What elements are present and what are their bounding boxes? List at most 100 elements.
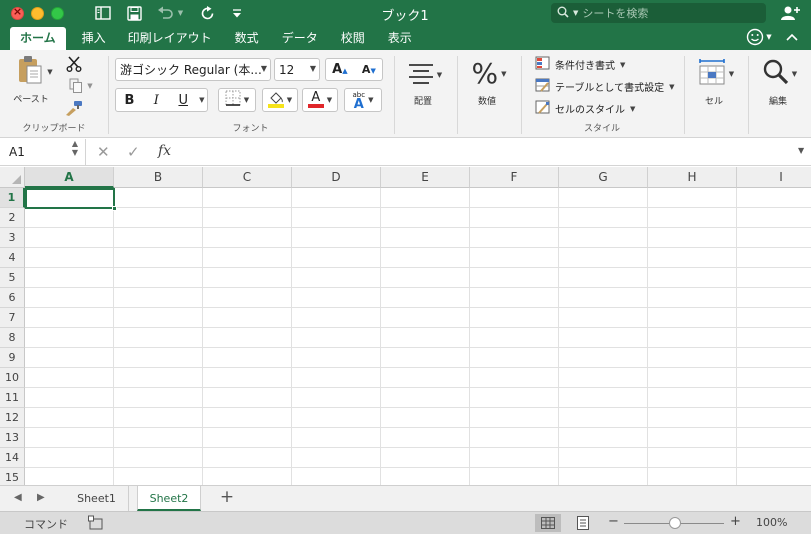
sidebar-toggle-icon[interactable] <box>93 3 113 23</box>
phonetic-guide-button[interactable]: abc A ▼ <box>344 88 382 112</box>
borders-button[interactable]: ▼ <box>218 88 256 112</box>
zoom-level[interactable]: 100% <box>756 516 787 529</box>
feedback-smiley-icon[interactable]: ▼ <box>746 27 772 47</box>
customize-toolbar-icon[interactable] <box>228 3 246 23</box>
cells-button[interactable]: ▼ <box>693 56 739 92</box>
close-window-button[interactable] <box>11 5 24 20</box>
row-header[interactable]: 8 <box>0 328 25 348</box>
next-sheet-icon[interactable]: ▶ <box>37 492 45 503</box>
sheet-tab-sheet2[interactable]: Sheet2 <box>137 486 201 511</box>
row-header[interactable]: 12 <box>0 408 25 428</box>
paste-menu-caret[interactable]: ▼ <box>47 68 52 76</box>
tab-page-layout[interactable]: 印刷レイアウト <box>118 27 222 50</box>
number-format-button[interactable]: % ▼ <box>466 56 512 92</box>
collapse-ribbon-icon[interactable] <box>782 27 802 47</box>
tab-review[interactable]: 校閲 <box>331 27 375 50</box>
font-color-swatch <box>307 104 324 108</box>
column-header[interactable]: A <box>25 167 114 188</box>
row-header[interactable]: 4 <box>0 248 25 268</box>
tab-home[interactable]: ホーム <box>10 27 66 50</box>
zoom-out-icon[interactable]: − <box>608 514 619 529</box>
normal-view-icon[interactable] <box>535 514 561 532</box>
row-header[interactable]: 5 <box>0 268 25 288</box>
search-options-icon[interactable]: ▼ <box>573 9 578 17</box>
cancel-entry-icon[interactable]: ✕ <box>97 143 110 161</box>
sheet-search-box[interactable]: ▼ シートを検索 <box>551 3 766 23</box>
fill-handle[interactable] <box>112 206 117 211</box>
conditional-formatting-button[interactable]: 条件付き書式 ▼ <box>535 56 625 73</box>
tab-view[interactable]: 表示 <box>378 27 422 50</box>
column-header[interactable]: H <box>648 167 737 188</box>
row-header[interactable]: 15 <box>0 468 25 485</box>
increase-font-size-icon[interactable]: A▲ <box>332 62 347 77</box>
column-header[interactable]: E <box>381 167 470 188</box>
fill-color-button[interactable]: ▼ <box>262 88 298 112</box>
zoom-in-icon[interactable]: + <box>730 514 741 529</box>
expand-formula-bar-icon[interactable]: ▼ <box>798 146 804 155</box>
italic-button[interactable]: I <box>145 93 167 108</box>
cell-styles-button[interactable]: セルのスタイル ▼ <box>535 100 635 117</box>
redo-icon[interactable] <box>197 3 217 23</box>
macro-record-icon[interactable] <box>88 515 104 533</box>
gridline <box>736 188 737 485</box>
decrease-font-size-icon[interactable]: A▼ <box>362 63 376 76</box>
row-header[interactable]: 1 <box>0 188 25 208</box>
copy-icon[interactable]: ▼ <box>64 77 98 95</box>
tab-insert[interactable]: 挿入 <box>72 27 116 50</box>
zoom-window-button[interactable] <box>51 7 64 20</box>
column-header[interactable]: G <box>559 167 648 188</box>
column-header[interactable]: F <box>470 167 559 188</box>
row-header[interactable]: 9 <box>0 348 25 368</box>
save-icon[interactable] <box>124 3 144 23</box>
minimize-window-button[interactable] <box>31 7 44 20</box>
font-color-button[interactable]: A ▼ <box>302 88 338 112</box>
font-size-value: 12 <box>279 62 295 77</box>
font-name-caret[interactable]: ▼ <box>261 64 267 73</box>
formula-input[interactable] <box>186 144 786 162</box>
row-header[interactable]: 13 <box>0 428 25 448</box>
tab-data[interactable]: データ <box>272 27 328 50</box>
row-header[interactable]: 6 <box>0 288 25 308</box>
gridline <box>469 188 470 485</box>
column-header[interactable]: I <box>737 167 811 188</box>
cut-icon[interactable] <box>64 55 84 73</box>
gridline <box>25 207 811 208</box>
select-all-corner[interactable] <box>0 167 25 188</box>
font-size-combo[interactable]: 12 ▼ <box>274 58 320 81</box>
format-painter-icon[interactable] <box>64 99 84 117</box>
font-name-combo[interactable]: 游ゴシック Regular (本... ▼ <box>115 58 271 81</box>
row-header[interactable]: 3 <box>0 228 25 248</box>
add-sheet-icon[interactable]: + <box>218 487 236 507</box>
zoom-slider-knob[interactable] <box>669 517 681 529</box>
column-header[interactable]: C <box>203 167 292 188</box>
format-as-table-button[interactable]: テーブルとして書式設定 ▼ <box>535 78 675 95</box>
confirm-entry-icon[interactable]: ✓ <box>127 143 140 161</box>
column-header[interactable]: D <box>292 167 381 188</box>
name-box-stepper-icon[interactable]: ▲ ▼ <box>72 139 78 157</box>
row-header[interactable]: 14 <box>0 448 25 468</box>
underline-button[interactable]: U <box>172 93 194 108</box>
underline-menu-caret[interactable]: ▼ <box>199 96 204 104</box>
row-header[interactable]: 2 <box>0 208 25 228</box>
active-cell[interactable] <box>25 188 115 209</box>
window-controls <box>11 5 64 20</box>
share-user-icon[interactable] <box>778 3 802 23</box>
tab-formulas[interactable]: 数式 <box>225 27 269 50</box>
row-header[interactable]: 7 <box>0 308 25 328</box>
worksheet-grid[interactable]: A B C D E F G H I 1 2 3 4 5 6 7 8 9 10 11 12 13 14 15 <box>0 167 811 485</box>
page-layout-view-icon[interactable] <box>570 514 596 532</box>
sheet-tab-sheet1[interactable]: Sheet1 <box>65 486 129 511</box>
column-header[interactable]: B <box>114 167 203 188</box>
alignment-button[interactable]: ▼ <box>403 58 447 92</box>
undo-icon[interactable]: ▼ <box>154 3 186 23</box>
row-header[interactable]: 11 <box>0 388 25 408</box>
bold-button[interactable]: B <box>118 93 140 108</box>
font-size-caret[interactable]: ▼ <box>310 64 316 73</box>
formula-bar: A1 ▲ ▼ ✕ ✓ fx ▼ <box>0 139 811 166</box>
row-header[interactable]: 10 <box>0 368 25 388</box>
editing-button[interactable]: ▼ <box>757 56 803 92</box>
name-box[interactable]: A1 ▲ ▼ <box>0 139 86 165</box>
insert-function-button[interactable]: fx <box>158 143 171 159</box>
paste-button[interactable]: ▼ <box>12 56 58 88</box>
previous-sheet-icon[interactable]: ◀ <box>14 492 22 503</box>
